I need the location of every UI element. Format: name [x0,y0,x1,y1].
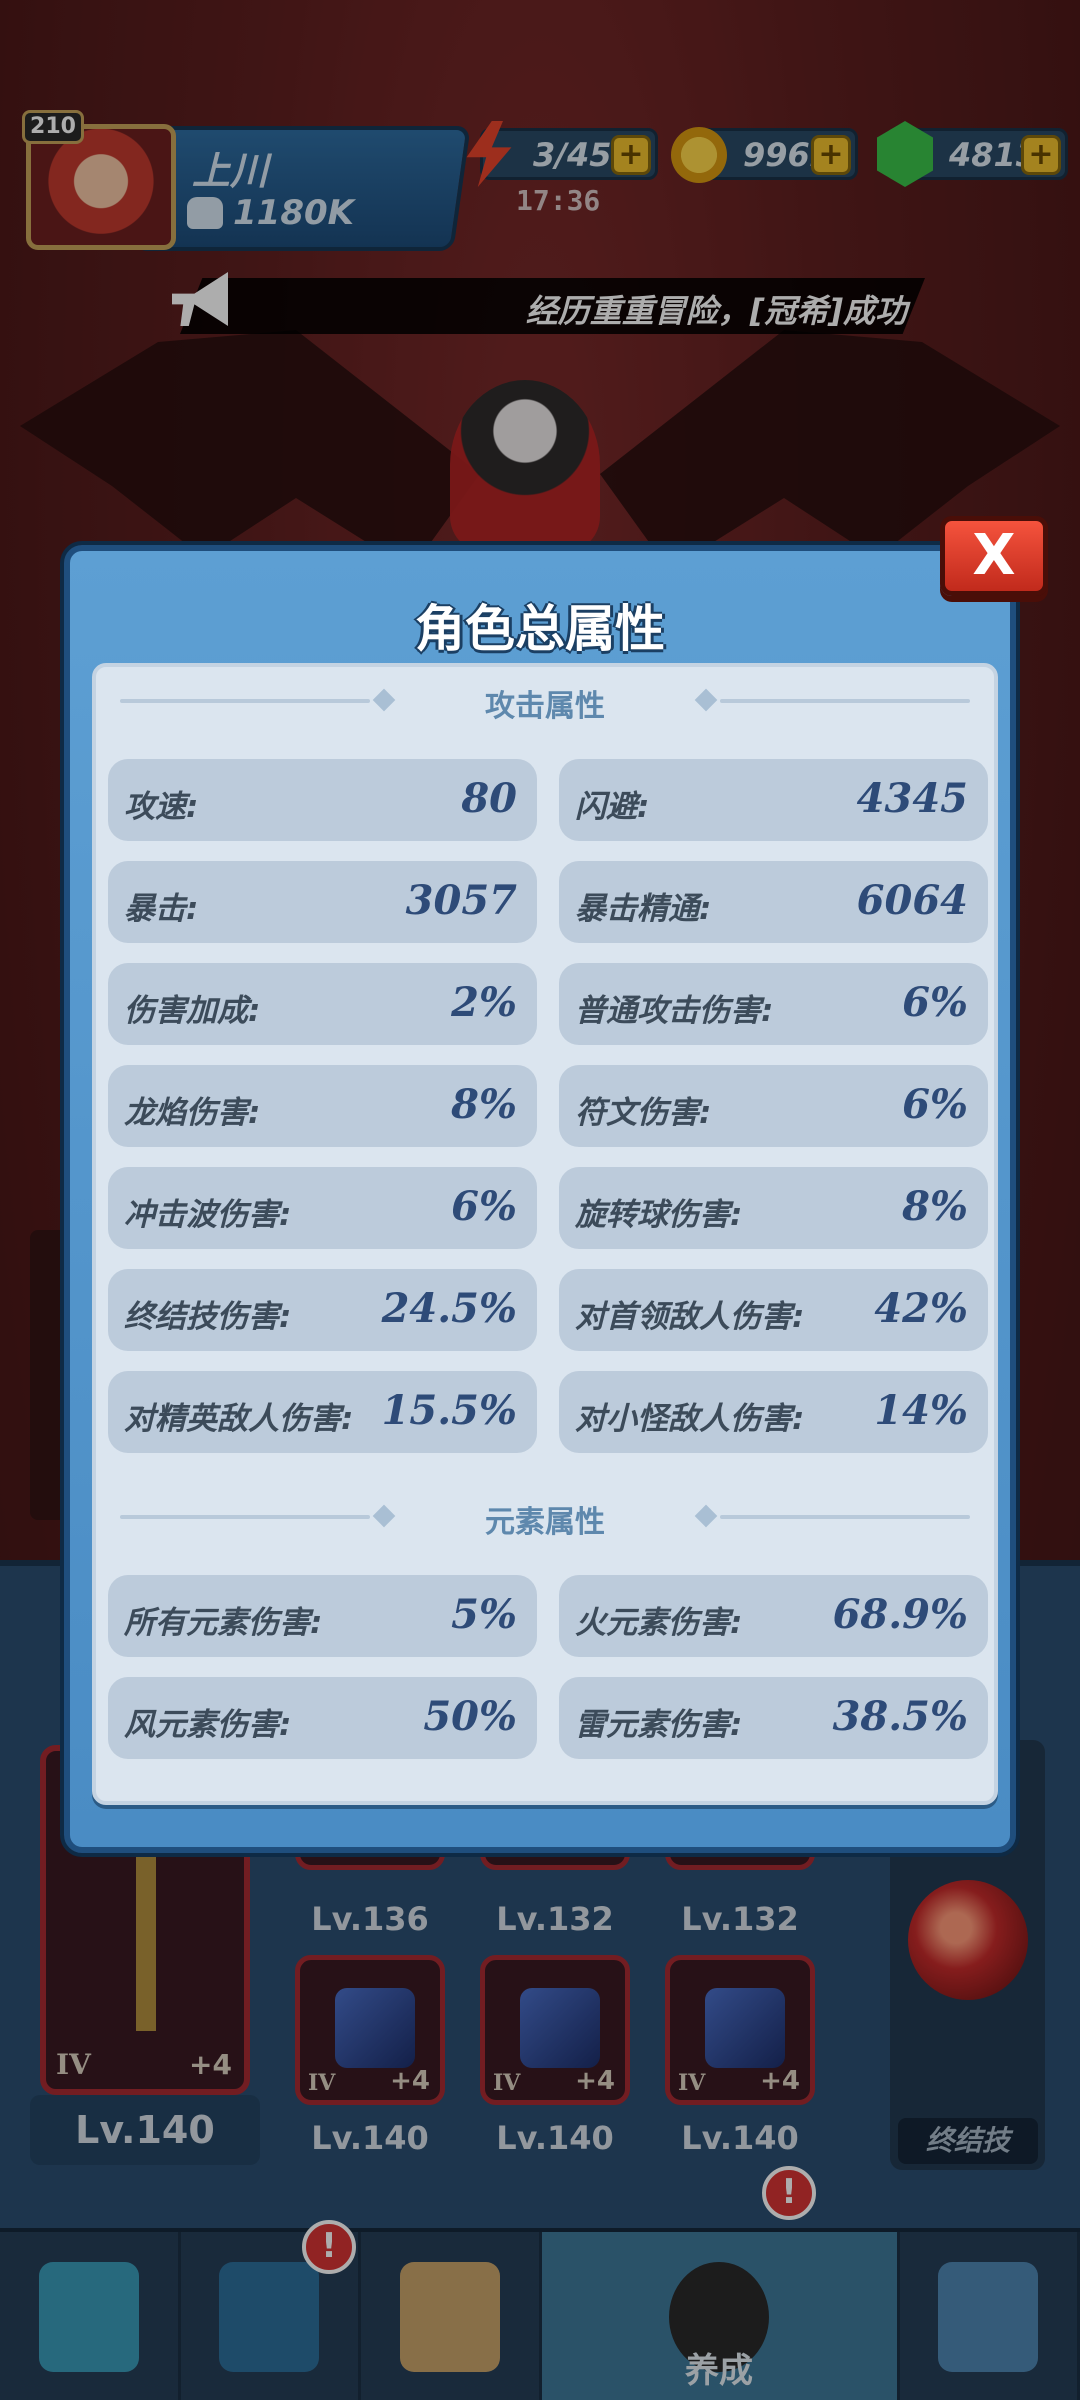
stat-row: 闪避: 4345 [559,759,988,841]
stat-value: 80 [461,775,517,822]
stat-label: 攻速: [124,789,199,825]
section-title: 元素属性 [485,1505,605,1540]
divider-line [720,1515,970,1519]
stat-label: 龙焰伤害: [124,1095,261,1131]
stat-label: 闪避: [575,789,650,825]
stat-row: 对精英敌人伤害: 15.5% [108,1371,537,1453]
stat-row: 风元素伤害: 50% [108,1677,537,1759]
stat-label: 终结技伤害: [124,1299,292,1335]
stat-value: 8% [902,1183,968,1230]
stat-row: 伤害加成: 2% [108,963,537,1045]
stat-value: 6064 [856,877,968,924]
section-title: 攻击属性 [485,689,605,724]
stat-row: 攻速: 80 [108,759,537,841]
stat-value: 4345 [856,775,968,822]
attack-section-header: 攻击属性 [96,677,994,725]
stat-label: 暴击精通: [575,891,712,927]
stat-value: 6% [451,1183,517,1230]
close-icon: X [972,523,1016,588]
stat-value: 14% [874,1387,968,1434]
stat-label: 雷元素伤害: [575,1707,743,1743]
stat-label: 符文伤害: [575,1095,712,1131]
stat-label: 普通攻击伤害: [575,993,774,1029]
stat-value: 8% [451,1081,517,1128]
stat-label: 所有元素伤害: [124,1605,323,1641]
stat-label: 伤害加成: [124,993,261,1029]
stat-label: 冲击波伤害: [124,1197,292,1233]
stat-row: 雷元素伤害: 38.5% [559,1677,988,1759]
stat-value: 5% [451,1591,517,1638]
character-stats-modal: 角色总属性 攻击属性 攻速: 80 闪避: 4345 暴击: 3057 暴击精通: 60… [64,545,1016,1853]
element-stats: 所有元素伤害: 5% 火元素伤害: 68.9% 风元素伤害: 50% 雷元素伤害: 38… [108,1575,990,1759]
stat-label: 火元素伤害: [575,1605,743,1641]
stat-label: 旋转球伤害: [575,1197,743,1233]
stat-row: 龙焰伤害: 8% [108,1065,537,1147]
close-button[interactable]: X [940,516,1048,596]
divider-line [720,699,970,703]
stat-row: 旋转球伤害: 8% [559,1167,988,1249]
stat-value: 3057 [405,877,517,924]
attack-stats: 攻速: 80 闪避: 4345 暴击: 3057 暴击精通: 6064 伤害加成: 2% … [108,759,990,1453]
stat-value: 68.9% [832,1591,968,1638]
modal-title: 角色总属性 [415,600,665,658]
stat-label: 暴击: [124,891,199,927]
stat-row: 终结技伤害: 24.5% [108,1269,537,1351]
stat-row: 暴击精通: 6064 [559,861,988,943]
stat-value: 6% [902,979,968,1026]
stat-value: 15.5% [381,1387,517,1434]
stat-row: 对小怪敌人伤害: 14% [559,1371,988,1453]
stat-value: 24.5% [381,1285,517,1332]
stat-row: 所有元素伤害: 5% [108,1575,537,1657]
stat-value: 50% [423,1693,517,1740]
stat-value: 2% [451,979,517,1026]
element-section-header: 元素属性 [96,1493,994,1541]
stat-value: 42% [874,1285,968,1332]
stat-row: 暴击: 3057 [108,861,537,943]
stat-row: 火元素伤害: 68.9% [559,1575,988,1657]
stat-label: 对精英敌人伤害: [124,1401,354,1437]
stat-row: 普通攻击伤害: 6% [559,963,988,1045]
stat-row: 对首领敌人伤害: 42% [559,1269,988,1351]
stat-value: 6% [902,1081,968,1128]
stat-label: 对首领敌人伤害: [575,1299,805,1335]
stat-label: 对小怪敌人伤害: [575,1401,805,1437]
stats-card: 攻击属性 攻速: 80 闪避: 4345 暴击: 3057 暴击精通: 6064 伤害加… [92,663,998,1805]
stat-row: 符文伤害: 6% [559,1065,988,1147]
stat-label: 风元素伤害: [124,1707,292,1743]
stat-row: 冲击波伤害: 6% [108,1167,537,1249]
stat-value: 38.5% [832,1693,968,1740]
